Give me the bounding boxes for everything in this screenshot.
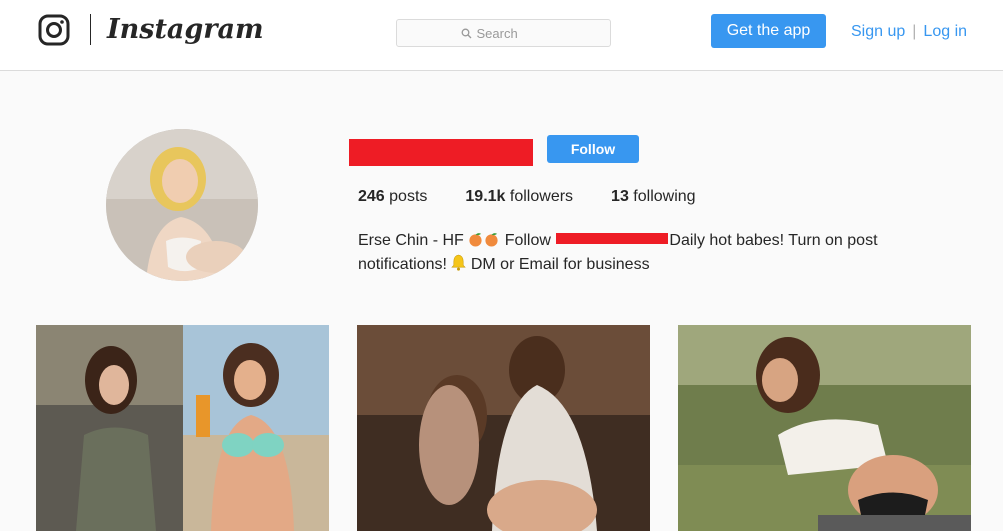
posts-count: 246	[358, 188, 385, 205]
get-the-app-button[interactable]: Get the app	[711, 14, 826, 48]
instagram-glyph-icon[interactable]	[38, 14, 70, 46]
profile-bio: Erse Chin - HF Follow Daily hot babes! T…	[358, 229, 918, 277]
search-icon	[461, 28, 471, 38]
auth-separator: |	[912, 23, 917, 40]
post-thumbnail[interactable]	[36, 325, 329, 531]
bio-text-4: notifications!	[358, 256, 447, 273]
bio-text-2: Follow	[504, 232, 551, 249]
search-box[interactable]	[396, 19, 611, 47]
bell-emoji-icon	[451, 254, 467, 271]
bio-text-1: Erse Chin - HF	[358, 232, 464, 249]
sign-up-link[interactable]: Sign up	[851, 23, 905, 41]
profile-avatar[interactable]	[106, 129, 258, 281]
following-stat[interactable]: 13 following	[611, 188, 696, 206]
followers-count: 19.1k	[465, 188, 506, 205]
peach-emoji-icon	[469, 233, 482, 247]
following-count: 13	[611, 188, 629, 205]
post-thumbnail[interactable]	[678, 325, 971, 531]
post-thumbnail[interactable]	[357, 325, 650, 531]
peach-emoji-icon	[485, 233, 498, 247]
followers-stat[interactable]: 19.1k followers	[465, 188, 573, 206]
posts-stat: 246 posts	[358, 188, 427, 206]
search-input[interactable]	[476, 25, 547, 41]
logo-divider	[90, 14, 91, 45]
username-redacted	[349, 139, 533, 166]
profile-stats: 246 posts 19.1k followers 13 following	[358, 188, 734, 206]
posts-label: posts	[389, 188, 428, 205]
followers-label: followers	[509, 188, 574, 205]
follow-button[interactable]: Follow	[547, 135, 639, 163]
auth-links: Sign up | Log in	[851, 21, 967, 43]
top-navigation-bar: Instagram Get the app Sign up | Log in	[0, 0, 1003, 71]
bio-text-3: Daily hot babes! Turn on post	[669, 232, 878, 249]
bio-redacted-mention	[556, 233, 669, 245]
log-in-link[interactable]: Log in	[923, 23, 967, 41]
instagram-wordmark[interactable]: Instagram	[107, 11, 264, 49]
following-label: following	[633, 188, 696, 205]
bio-text-5: DM or Email for business	[470, 256, 650, 273]
